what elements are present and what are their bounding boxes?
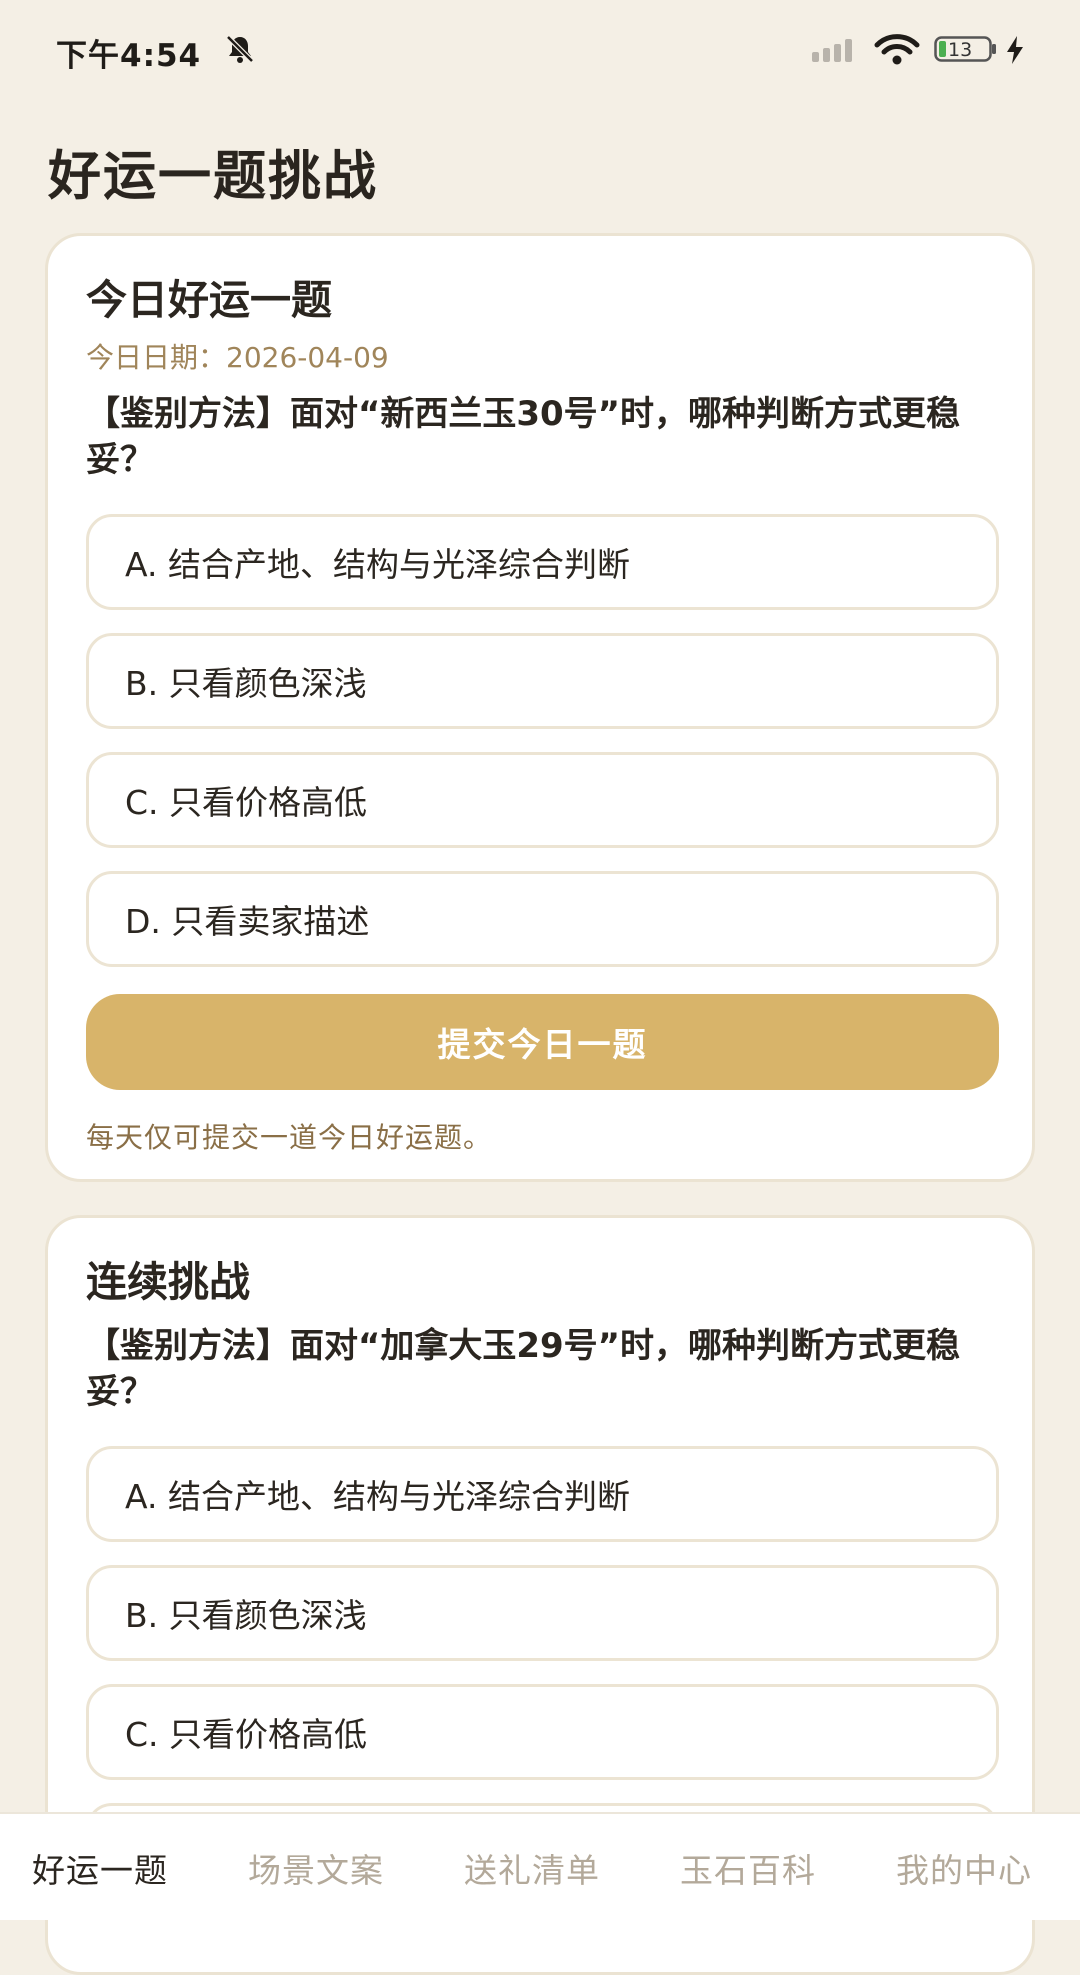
charging-icon [1007, 36, 1023, 64]
nav-tab-jade-encyclopedia[interactable]: 玉石百科 [680, 1844, 816, 1892]
daily-limit-note: 每天仅可提交一道今日好运题。 [86, 1121, 493, 1154]
option-label: B. 只看颜色深浅 [125, 664, 367, 703]
daily-card-title: 今日好运一题 [86, 276, 332, 324]
daily-option-c[interactable]: C. 只看价格高低 [86, 752, 999, 848]
bottom-nav: 好运一题 场景文案 送礼清单 玉石百科 我的中心 [0, 1812, 1080, 1920]
nav-tab-my-center[interactable]: 我的中心 [896, 1844, 1032, 1892]
option-label: A. 结合产地、结构与光泽综合判断 [125, 545, 630, 584]
daily-option-d[interactable]: D. 只看卖家描述 [86, 871, 999, 967]
option-label: C. 只看价格高低 [125, 1715, 368, 1754]
option-label: A. 结合产地、结构与光泽综合判断 [125, 1477, 630, 1516]
streak-card-title: 连续挑战 [86, 1258, 250, 1306]
wifi-icon [874, 34, 920, 65]
nav-tab-scene-copy[interactable]: 场景文案 [248, 1844, 384, 1892]
submit-daily-button[interactable]: 提交今日一题 [86, 994, 999, 1090]
option-label: D. 只看卖家描述 [125, 902, 370, 941]
signal-icon [812, 39, 852, 62]
daily-question-text: 【鉴别方法】面对“新西兰玉30号”时，哪种判断方式更稳妥？ [86, 394, 961, 480]
status-bar: 下午4:54 13 [0, 0, 1080, 100]
daily-question-card: 今日好运一题 今日日期：2026-04-09 【鉴别方法】面对“新西兰玉30号”… [45, 233, 1035, 1182]
streak-option-a[interactable]: A. 结合产地、结构与光泽综合判断 [86, 1446, 999, 1542]
daily-date: 今日日期：2026-04-09 [86, 341, 389, 374]
daily-option-a[interactable]: A. 结合产地、结构与光泽综合判断 [86, 514, 999, 610]
option-label: B. 只看颜色深浅 [125, 1596, 367, 1635]
nav-tab-daily-question[interactable]: 好运一题 [32, 1844, 168, 1892]
battery-level: 13 [948, 39, 973, 61]
page-title: 好运一题挑战 [48, 146, 378, 207]
daily-option-b[interactable]: B. 只看颜色深浅 [86, 633, 999, 729]
nav-tab-gift-list[interactable]: 送礼清单 [464, 1844, 600, 1892]
option-label: C. 只看价格高低 [125, 783, 368, 822]
status-time: 下午4:54 [56, 38, 202, 74]
streak-option-c[interactable]: C. 只看价格高低 [86, 1684, 999, 1780]
notifications-muted-icon [226, 35, 254, 63]
streak-option-b[interactable]: B. 只看颜色深浅 [86, 1565, 999, 1661]
streak-question-text: 【鉴别方法】面对“加拿大玉29号”时，哪种判断方式更稳妥？ [86, 1326, 961, 1412]
